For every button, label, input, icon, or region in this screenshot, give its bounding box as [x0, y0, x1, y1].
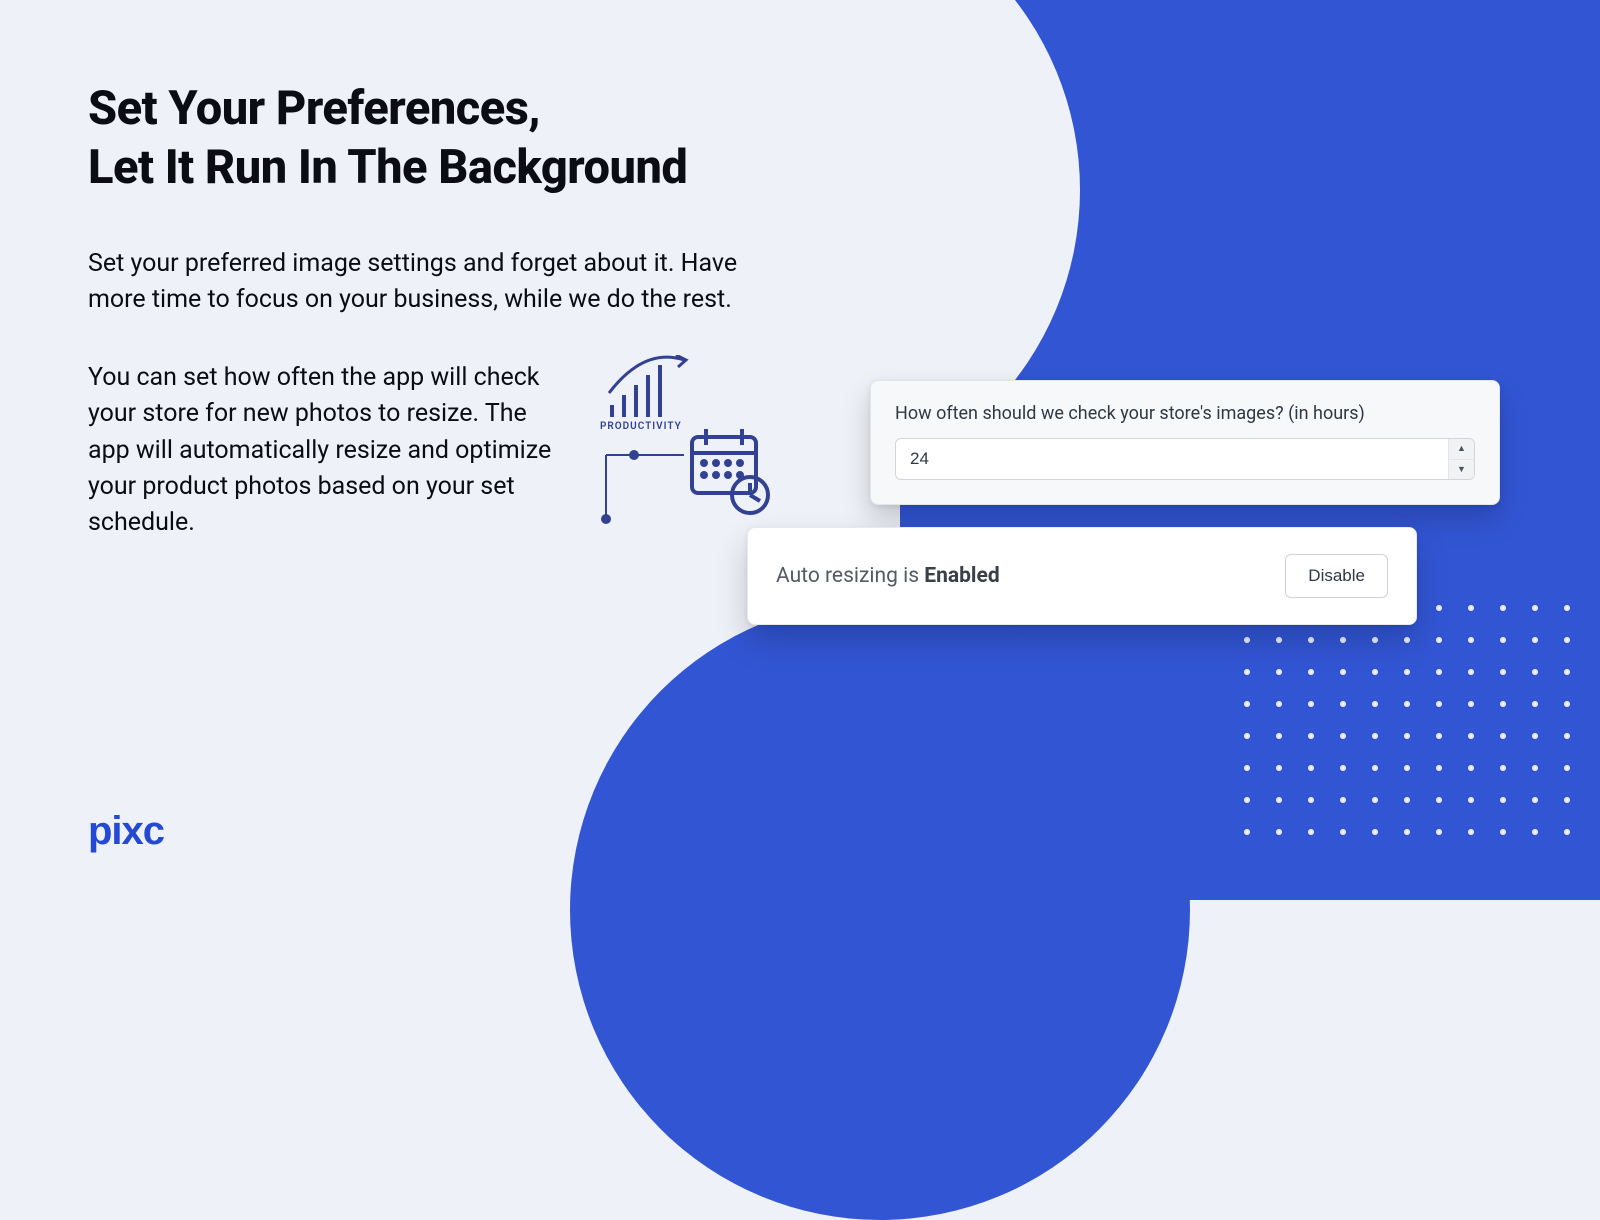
disable-button[interactable]: Disable [1285, 554, 1388, 598]
check-frequency-label: How often should we check your store's i… [895, 403, 1475, 424]
heading-line-2: Let It Run In The Background [88, 140, 687, 195]
productivity-illustration: PRODUCTIVITY [594, 355, 794, 535]
status-prefix: Auto resizing is [776, 564, 924, 588]
check-frequency-card: How often should we check your store's i… [870, 380, 1500, 505]
status-state: Enabled [924, 564, 999, 588]
heading-line-1: Set Your Preferences, [88, 81, 540, 136]
check-frequency-input-wrap: ▲ ▼ [895, 438, 1475, 480]
spinner-down-button[interactable]: ▼ [1449, 460, 1474, 480]
decorative-dot-grid [1244, 605, 1570, 835]
spinner-up-button[interactable]: ▲ [1449, 439, 1474, 460]
number-spinner: ▲ ▼ [1448, 439, 1474, 479]
page-title: Set Your Preferences, Let It Run In The … [88, 80, 788, 198]
auto-resize-status-card: Auto resizing is Enabled Disable [747, 527, 1417, 625]
illustration-label: PRODUCTIVITY [600, 421, 682, 432]
intro-paragraph: Set your preferred image settings and fo… [88, 246, 778, 319]
auto-resize-status-text: Auto resizing is Enabled [776, 564, 1000, 588]
check-frequency-input[interactable] [896, 439, 1448, 479]
pixc-logo: pixc [88, 809, 164, 854]
detail-paragraph: You can set how often the app will check… [88, 360, 568, 541]
